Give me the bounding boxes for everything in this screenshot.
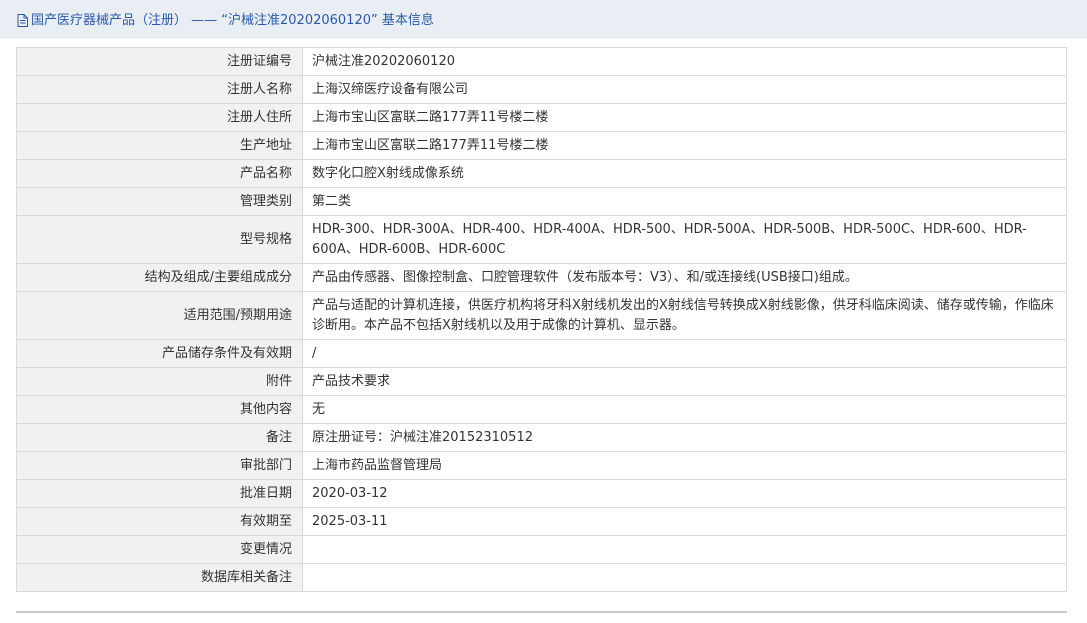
row-label: 注册证编号 xyxy=(16,47,303,76)
row-value: 产品技术要求 xyxy=(302,367,1067,396)
row-label: 其他内容 xyxy=(16,395,303,424)
table-row: 审批部门 上海市药品监督管理局 xyxy=(16,451,1067,480)
table-row: 变更情况 xyxy=(16,535,1067,564)
table-row: 附件 产品技术要求 xyxy=(16,367,1067,396)
row-label: 注册人名称 xyxy=(16,75,303,104)
row-label: 结构及组成/主要组成成分 xyxy=(16,263,303,292)
row-value: 上海市宝山区富联二路177弄11号楼二楼 xyxy=(302,131,1067,160)
table-row: 注册证编号 沪械注准20202060120 xyxy=(16,47,1067,76)
row-value: 产品与适配的计算机连接，供医疗机构将牙科X射线机发出的X射线信号转换成X射线影像… xyxy=(302,291,1067,340)
table-row: 有效期至 2025-03-11 xyxy=(16,507,1067,536)
table-row: 数据库相关备注 xyxy=(16,563,1067,592)
row-value: / xyxy=(302,339,1067,368)
table-bottom-border xyxy=(16,611,1067,613)
table-row: 生产地址 上海市宝山区富联二路177弄11号楼二楼 xyxy=(16,131,1067,160)
page-title: 国产医疗器械产品（注册） —— “沪械注准20202060120” 基本信息 xyxy=(31,13,434,28)
row-label: 有效期至 xyxy=(16,507,303,536)
row-label: 型号规格 xyxy=(16,215,303,264)
row-label: 变更情况 xyxy=(16,535,303,564)
row-label: 管理类别 xyxy=(16,187,303,216)
detail-panel: 注册证编号 沪械注准20202060120 注册人名称 上海汉缔医疗设备有限公司… xyxy=(0,38,1087,623)
row-value xyxy=(302,535,1067,564)
row-value: 数字化口腔X射线成像系统 xyxy=(302,159,1067,188)
row-value: HDR-300、HDR-300A、HDR-400、HDR-400A、HDR-50… xyxy=(302,215,1067,264)
row-value: 2020-03-12 xyxy=(302,479,1067,508)
row-value: 沪械注准20202060120 xyxy=(302,47,1067,76)
table-row: 注册人名称 上海汉缔医疗设备有限公司 xyxy=(16,75,1067,104)
row-value: 无 xyxy=(302,395,1067,424)
row-label: 审批部门 xyxy=(16,451,303,480)
info-table: 注册证编号 沪械注准20202060120 注册人名称 上海汉缔医疗设备有限公司… xyxy=(16,47,1067,592)
table-row: 其他内容 无 xyxy=(16,395,1067,424)
table-row: 产品储存条件及有效期 / xyxy=(16,339,1067,368)
row-label: 附件 xyxy=(16,367,303,396)
row-label: 数据库相关备注 xyxy=(16,563,303,592)
table-row: 备注 原注册证号：沪械注准20152310512 xyxy=(16,423,1067,452)
row-label: 备注 xyxy=(16,423,303,452)
row-value: 原注册证号：沪械注准20152310512 xyxy=(302,423,1067,452)
table-row: 管理类别 第二类 xyxy=(16,187,1067,216)
row-value: 产品由传感器、图像控制盒、口腔管理软件（发布版本号：V3）、和/或连接线(USB… xyxy=(302,263,1067,292)
table-row: 型号规格 HDR-300、HDR-300A、HDR-400、HDR-400A、H… xyxy=(16,215,1067,264)
row-value xyxy=(302,563,1067,592)
row-value: 上海市药品监督管理局 xyxy=(302,451,1067,480)
row-value: 第二类 xyxy=(302,187,1067,216)
document-icon xyxy=(17,12,28,27)
row-label: 产品储存条件及有效期 xyxy=(16,339,303,368)
row-label: 批准日期 xyxy=(16,479,303,508)
row-label: 生产地址 xyxy=(16,131,303,160)
row-label: 注册人住所 xyxy=(16,103,303,132)
table-row: 结构及组成/主要组成成分 产品由传感器、图像控制盒、口腔管理软件（发布版本号：V… xyxy=(16,263,1067,292)
table-row: 适用范围/预期用途 产品与适配的计算机连接，供医疗机构将牙科X射线机发出的X射线… xyxy=(16,291,1067,340)
row-label: 产品名称 xyxy=(16,159,303,188)
table-row: 产品名称 数字化口腔X射线成像系统 xyxy=(16,159,1067,188)
row-label: 适用范围/预期用途 xyxy=(16,291,303,340)
page-header: 国产医疗器械产品（注册） —— “沪械注准20202060120” 基本信息 xyxy=(0,0,1087,38)
table-row: 注册人住所 上海市宝山区富联二路177弄11号楼二楼 xyxy=(16,103,1067,132)
row-value: 2025-03-11 xyxy=(302,507,1067,536)
row-value: 上海汉缔医疗设备有限公司 xyxy=(302,75,1067,104)
table-row: 批准日期 2020-03-12 xyxy=(16,479,1067,508)
row-value: 上海市宝山区富联二路177弄11号楼二楼 xyxy=(302,103,1067,132)
